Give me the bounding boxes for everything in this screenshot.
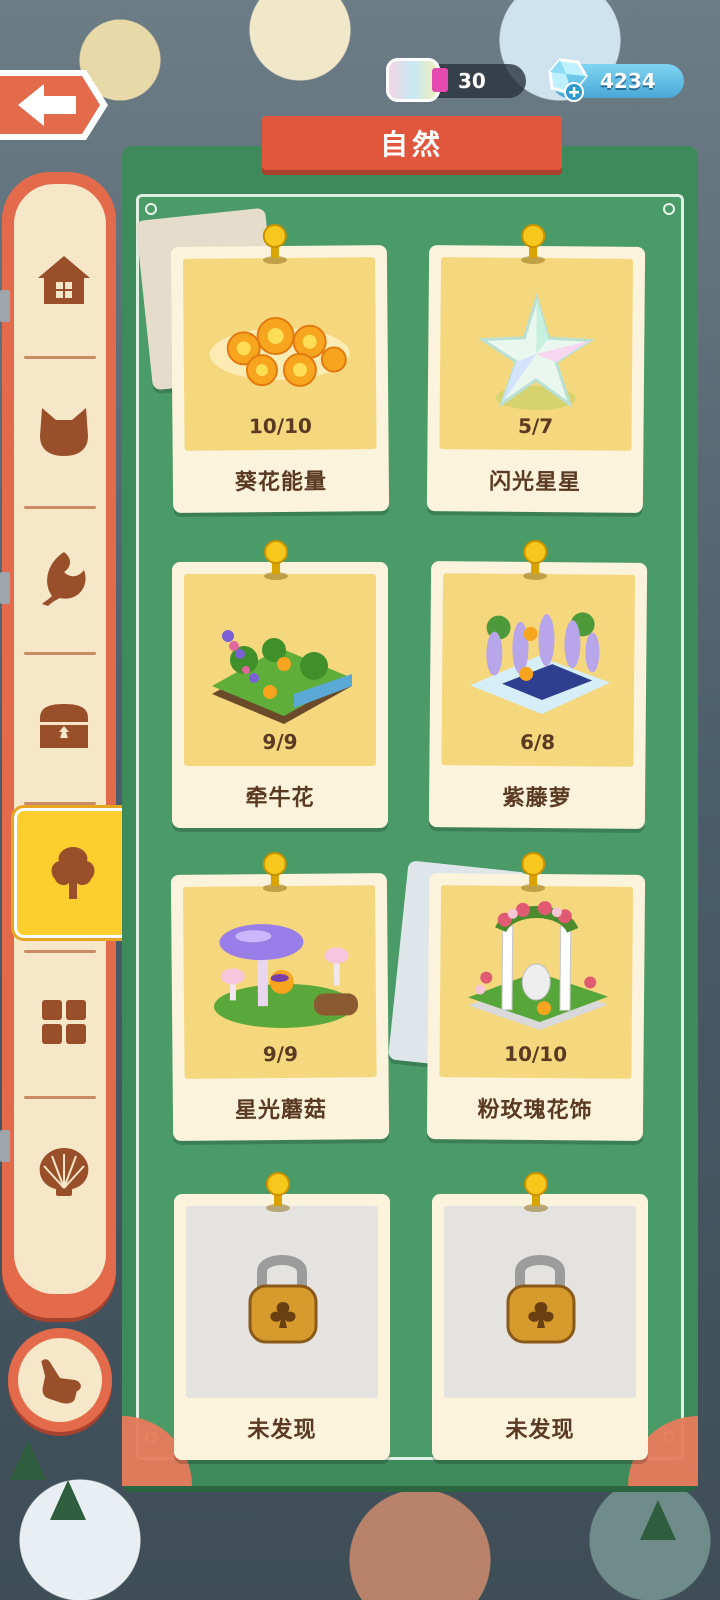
diamond-count: 4234 (600, 69, 656, 93)
tab-shell[interactable] (22, 1100, 106, 1240)
pushpin-icon (266, 1172, 290, 1212)
collection-card[interactable]: 6/8 紫藤萝 (428, 539, 648, 829)
rail-divider (24, 356, 96, 359)
padlock-icon (506, 1255, 576, 1344)
card-name: 闪光星星 (488, 469, 582, 496)
page-title-text: 自然 (379, 128, 444, 161)
shell-icon (39, 1148, 89, 1196)
pushpin-icon (521, 851, 546, 892)
rainbow-cloud-icon (386, 58, 448, 102)
card-name: 未发现 (505, 1418, 575, 1443)
padlock-icon (248, 1255, 318, 1344)
card-count: 5/7 (517, 413, 554, 439)
rail-divider (24, 802, 96, 805)
cat-head-icon (40, 408, 88, 456)
pushpin-icon (524, 1172, 548, 1212)
house-icon (38, 256, 90, 304)
collection-card[interactable]: 9/9 星光蘑菇 (170, 852, 390, 1141)
back-button[interactable] (0, 66, 110, 144)
rail-divider (24, 652, 96, 655)
collection-card[interactable]: 9/9 牵牛花 (172, 540, 388, 828)
rainbow-currency[interactable]: 30 (386, 58, 526, 102)
card-name: 紫藤萝 (502, 785, 572, 812)
tab-leaf[interactable] (22, 508, 106, 648)
card-name: 牵牛花 (245, 786, 315, 811)
pushpin-icon (262, 224, 287, 265)
card-name: 未发现 (247, 1418, 317, 1443)
rainbow-count: 30 (458, 69, 486, 93)
card-name: 葵花能量 (234, 469, 328, 496)
grid-icon (42, 1000, 86, 1044)
tree-decoration (640, 1500, 676, 1540)
pointing-hand-icon (41, 1359, 81, 1404)
rail-hinge (0, 572, 10, 604)
tab-chest[interactable] (22, 656, 106, 796)
tab-cat[interactable] (22, 360, 106, 500)
card-count: 10/10 (248, 413, 312, 439)
treasure-chest-icon (40, 704, 88, 748)
collection-card[interactable]: 5/7 闪光星星 (426, 223, 646, 513)
locked-image (444, 1206, 636, 1398)
locked-image (186, 1206, 378, 1398)
card-count: 9/9 (262, 730, 298, 754)
collection-card-locked[interactable]: 未发现 (174, 1172, 390, 1460)
pushpin-icon (262, 852, 287, 893)
hand-button[interactable] (8, 1328, 112, 1432)
card-count: 6/8 (519, 729, 556, 755)
card-name: 星光蘑菇 (234, 1097, 328, 1124)
collection-card[interactable]: 10/10 葵花能量 (170, 224, 390, 513)
tree-decoration (10, 1440, 46, 1480)
rail-divider (24, 1096, 96, 1099)
tab-nature[interactable] (14, 808, 132, 938)
collection-card[interactable]: 10/10 粉玫瑰花饰 (426, 851, 646, 1141)
page-title: 自然 (262, 116, 562, 170)
leaf-icon (42, 552, 86, 606)
tree-decoration (50, 1480, 86, 1520)
pushpin-icon (523, 539, 548, 580)
panel-rivet (663, 203, 675, 215)
rail-hinge (0, 1130, 10, 1162)
diamond-plus-icon (548, 58, 588, 102)
diamond-currency[interactable]: 4234 (548, 58, 684, 102)
card-count: 9/9 (262, 1041, 299, 1067)
pushpin-icon (521, 223, 546, 264)
collection-card-locked[interactable]: 未发现 (432, 1172, 648, 1460)
tree-icon (51, 847, 95, 899)
rail-hinge (0, 290, 10, 322)
card-name: 粉玫瑰花饰 (477, 1097, 593, 1124)
tab-grid[interactable] (22, 952, 106, 1092)
card-count: 10/10 (504, 1041, 568, 1067)
pushpin-icon (264, 540, 288, 580)
tab-house[interactable] (22, 210, 106, 350)
panel-rivet (145, 203, 157, 215)
